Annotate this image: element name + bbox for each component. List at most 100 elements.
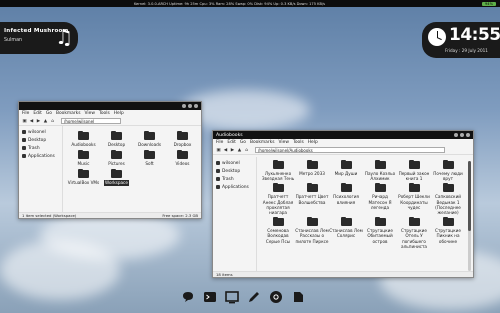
scrollbar-thumb[interactable]	[468, 161, 471, 231]
folder-item[interactable]: Стругацкие Отель У погибшего альпиниста	[397, 216, 431, 249]
folder-item[interactable]: Пратчетт Анекс Доблая проклятая ниагара	[261, 182, 295, 216]
up-icon[interactable]: ▲	[237, 148, 242, 153]
sidebar-item-applications[interactable]: Applications	[213, 183, 256, 191]
folder-item[interactable]: Станислав Лем Солярис	[329, 216, 363, 249]
menu-help[interactable]: Help	[114, 111, 124, 116]
folder-item[interactable]: Метро 2033	[295, 159, 329, 181]
menu-bookmarks[interactable]: Bookmarks	[250, 140, 275, 145]
folder-item[interactable]: Почему люди врут	[431, 159, 465, 181]
folder-icon	[111, 149, 122, 160]
location-bar[interactable]: /home/wilsonel	[61, 118, 121, 124]
forward-icon[interactable]: ▶	[230, 148, 235, 153]
folder-label: Workspace	[104, 180, 129, 186]
folder-item[interactable]: Роберт Шекли Координаты чудес	[397, 182, 431, 215]
folder-item[interactable]: Downloads	[133, 130, 166, 147]
menu-tools[interactable]: Tools	[99, 111, 110, 116]
new-tab-icon[interactable]: ▣	[22, 119, 27, 124]
folder-item[interactable]: Dropbox	[166, 130, 199, 147]
menu-edit[interactable]: Edit	[227, 140, 236, 145]
maximize-icon[interactable]	[188, 104, 192, 108]
menu-edit[interactable]: Edit	[33, 111, 42, 116]
sidebar-item-desktop[interactable]: Desktop	[213, 167, 256, 175]
up-icon[interactable]: ▲	[43, 119, 48, 124]
folder-icon	[78, 168, 89, 179]
folder-label: VirtualBox VMs	[67, 180, 100, 186]
folder-item[interactable]: Стругацкие Пикник на обочине	[431, 216, 465, 249]
sidebar-item-home[interactable]: wilsonel	[213, 159, 256, 167]
pidgin-icon[interactable]	[181, 290, 195, 304]
folder-label: Ричард Матесон Я легенда	[368, 194, 392, 210]
menu-bookmarks[interactable]: Bookmarks	[56, 111, 81, 116]
clock-date: Friday : 29 July 2011	[445, 48, 488, 53]
sidebar-item-desktop[interactable]: Desktop	[19, 136, 62, 144]
music-widget[interactable]: Infected Mushroom Sulman ♫	[0, 22, 78, 54]
folder-item-selected[interactable]: Workspace	[100, 168, 133, 186]
forward-icon[interactable]: ▶	[36, 119, 41, 124]
folder-label: Пратчетт Анекс Доблая проклятая ниагара	[262, 194, 294, 216]
folder-item[interactable]: Стругацкие Обитаемый остров	[363, 216, 397, 249]
folder-item[interactable]: Music	[67, 149, 100, 166]
folder-item[interactable]: Мир Души	[329, 159, 363, 181]
trash-icon	[22, 146, 26, 150]
system-stats: Kernel: 3.0.0-ARCH Uptime: 9h 25m Cpu: 3…	[134, 1, 326, 6]
folder-item[interactable]: Лукьяненко Звездная Тень	[261, 159, 295, 181]
folder-item[interactable]: Videos	[166, 149, 199, 166]
folder-item[interactable]: Психология влияния	[329, 182, 363, 215]
folder-label: Пратчетт Цвет Волшебства	[295, 194, 329, 205]
folder-item[interactable]: Первый закон книга 1	[397, 159, 431, 181]
maximize-icon[interactable]	[460, 133, 464, 137]
folder-item[interactable]: Pictures	[100, 149, 133, 166]
menu-file[interactable]: File	[22, 111, 29, 116]
terminal-icon[interactable]	[203, 290, 217, 304]
minimize-icon[interactable]	[182, 104, 186, 108]
sidebar: wilsonel Desktop Trash Applications	[19, 126, 63, 214]
sidebar-item-home[interactable]: wilsonel	[19, 128, 62, 136]
folder-label: Станислав Лем Солярис	[329, 228, 363, 239]
menu-view[interactable]: View	[279, 140, 289, 145]
folder-item[interactable]: Audiobooks	[67, 130, 100, 147]
scrollbar[interactable]	[468, 161, 471, 271]
file-manager-window-audiobooks[interactable]: Audiobooks File Edit Go Bookmarks View T…	[212, 130, 474, 278]
sidebar-item-trash[interactable]: Trash	[213, 175, 256, 183]
sidebar-item-applications[interactable]: Applications	[19, 152, 62, 160]
files-icon[interactable]	[291, 290, 305, 304]
folder-item[interactable]: Пауло Коэльо Алхимик	[363, 159, 397, 181]
music-note-icon[interactable]: ♫	[55, 27, 73, 47]
menu-view[interactable]: View	[85, 111, 95, 116]
folder-item[interactable]: VirtualBox VMs	[67, 168, 100, 186]
trash-icon	[216, 177, 220, 181]
menu-file[interactable]: File	[216, 140, 223, 145]
folder-label: Станислав Лем Рассказы о пилоте Пирксе	[295, 228, 329, 244]
menu-go[interactable]: Go	[240, 140, 246, 145]
sidebar-item-label: Applications	[28, 153, 55, 159]
folder-item[interactable]: Станислав Лем Рассказы о пилоте Пирксе	[295, 216, 329, 249]
folder-item[interactable]: Ричард Матесон Я легенда	[363, 182, 397, 215]
folder-item[interactable]: Сапковский Ведьмак 1 (Последнее желание)	[431, 182, 465, 215]
folder-item[interactable]: Пратчетт Цвет Волшебства	[295, 182, 329, 215]
window-titlebar[interactable]: Audiobooks	[213, 131, 473, 139]
new-tab-icon[interactable]: ▣	[216, 148, 221, 153]
file-manager-window-home[interactable]: File Edit Go Bookmarks View Tools Help ▣…	[18, 101, 202, 219]
window-icon[interactable]	[225, 290, 239, 304]
close-icon[interactable]	[194, 104, 198, 108]
folder-item[interactable]: Soft	[133, 149, 166, 166]
home-button-icon[interactable]: ⌂	[50, 119, 55, 124]
home-button-icon[interactable]: ⌂	[244, 148, 249, 153]
folder-item[interactable]: Семенова Волкодав Серые Псы	[261, 216, 295, 249]
clock-widget: 14:55 Friday : 29 July 2011	[422, 22, 500, 58]
editor-icon[interactable]	[247, 290, 261, 304]
clock-face-icon	[428, 28, 446, 46]
sidebar-item-trash[interactable]: Trash	[19, 144, 62, 152]
folder-item[interactable]: Desktop	[100, 130, 133, 147]
back-icon[interactable]: ◀	[223, 148, 228, 153]
close-icon[interactable]	[466, 133, 470, 137]
menu-help[interactable]: Help	[308, 140, 318, 145]
item-count: 18 items	[216, 272, 233, 277]
menu-tools[interactable]: Tools	[293, 140, 304, 145]
window-titlebar[interactable]	[19, 102, 201, 110]
chrome-icon[interactable]	[269, 290, 283, 304]
minimize-icon[interactable]	[454, 133, 458, 137]
back-icon[interactable]: ◀	[29, 119, 34, 124]
location-bar[interactable]: /home/wilsonel/Audiobooks	[255, 147, 445, 153]
menu-go[interactable]: Go	[46, 111, 52, 116]
